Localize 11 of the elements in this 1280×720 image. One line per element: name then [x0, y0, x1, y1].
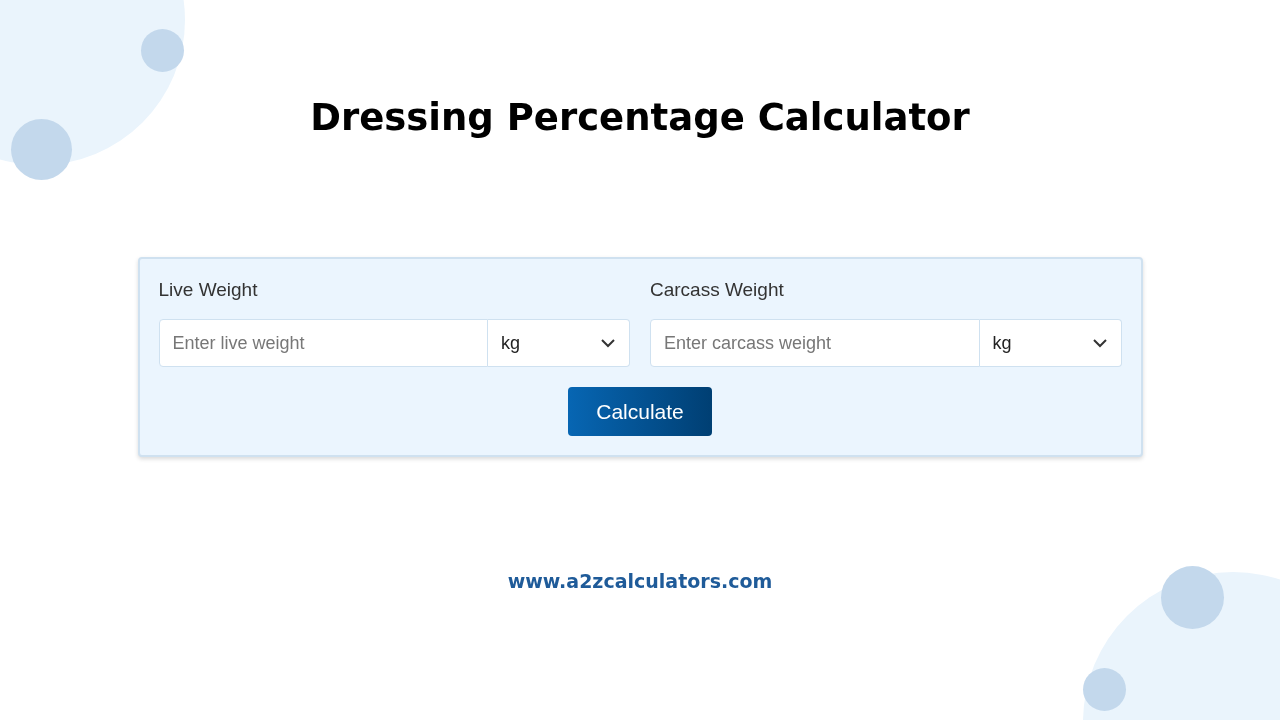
- calculate-button[interactable]: Calculate: [568, 387, 712, 436]
- page-title: Dressing Percentage Calculator: [310, 96, 970, 139]
- chevron-down-icon: [1092, 338, 1107, 348]
- weight-input[interactable]: Enter live weight: [158, 319, 488, 367]
- chevron-down-icon: [601, 338, 615, 348]
- field-label: Carcass Weight: [650, 279, 785, 301]
- weight-input[interactable]: Enter carcass weight: [650, 319, 980, 367]
- field-label: Live Weight: [158, 279, 259, 301]
- unit-dropdown[interactable]: kg: [979, 319, 1122, 367]
- website-url: www.a2zcalculators.com: [507, 570, 773, 592]
- unit-dropdown[interactable]: kg: [488, 319, 630, 367]
